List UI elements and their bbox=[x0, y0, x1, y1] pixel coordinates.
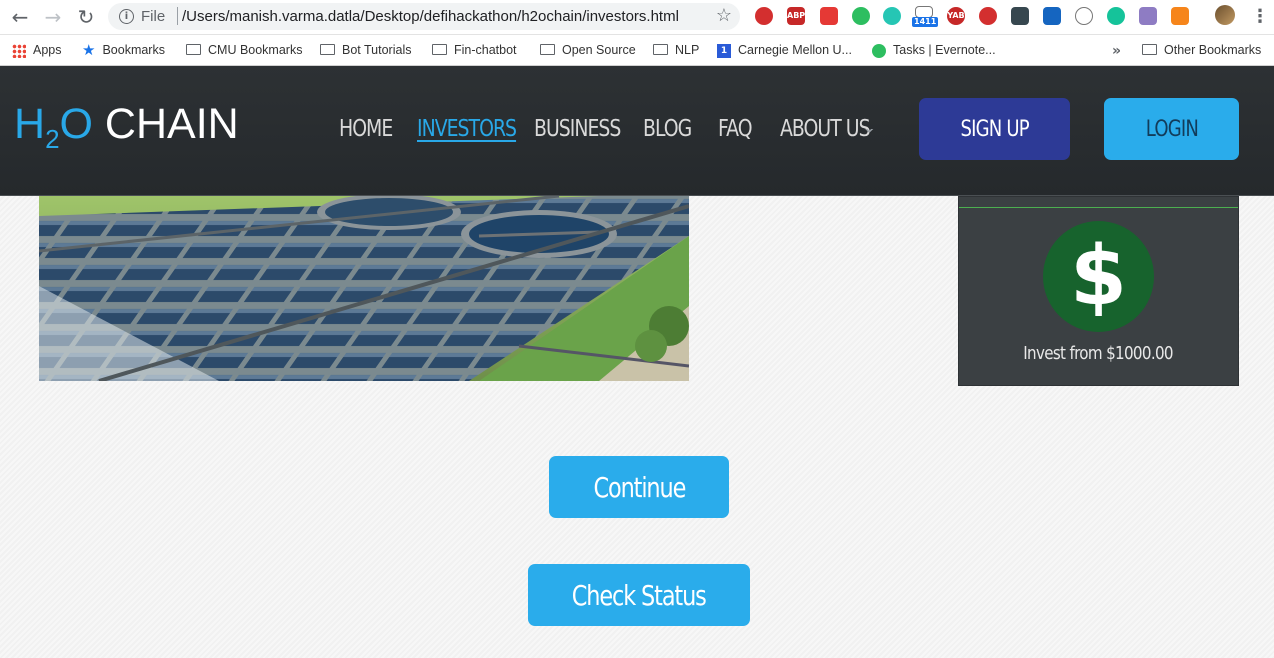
avatar[interactable] bbox=[1215, 5, 1235, 25]
nav-home[interactable]: HOME bbox=[339, 116, 393, 142]
extension-icon[interactable] bbox=[820, 7, 838, 25]
grammarly-icon[interactable] bbox=[1107, 7, 1125, 25]
bookmark-bookmarks[interactable]: ★ Bookmarks bbox=[82, 39, 165, 61]
extension-icon[interactable] bbox=[1139, 7, 1157, 25]
menu-icon[interactable]: ⋮ bbox=[1251, 6, 1269, 27]
site-logo[interactable]: H2O CHAIN bbox=[14, 100, 239, 155]
bookmark-carnegie-mellon[interactable]: 1 Carnegie Mellon U... bbox=[717, 39, 852, 61]
folder-icon bbox=[1142, 44, 1157, 56]
folder-icon bbox=[320, 44, 335, 56]
browser-toolbar: ← → ↻ i File /Users/manish.varma.datla/D… bbox=[0, 0, 1274, 35]
metamask-icon[interactable] bbox=[1171, 7, 1189, 25]
extension-icon[interactable] bbox=[1043, 7, 1061, 25]
extension-icon[interactable] bbox=[1011, 7, 1029, 25]
card-divider bbox=[959, 207, 1238, 208]
nav-investors[interactable]: INVESTORS bbox=[417, 116, 517, 142]
nav-blog[interactable]: BLOG bbox=[643, 116, 692, 142]
forward-icon[interactable]: → bbox=[41, 5, 65, 29]
invest-card: $ Invest from $1000.00 bbox=[958, 196, 1239, 386]
mail-badge: 1411 bbox=[912, 17, 939, 27]
bookmark-open-source[interactable]: Open Source bbox=[540, 39, 636, 61]
continue-button[interactable]: Continue bbox=[549, 456, 729, 518]
check-status-button[interactable]: Check Status bbox=[528, 564, 750, 626]
apps-icon bbox=[12, 43, 26, 58]
calendar-icon: 1 bbox=[717, 43, 731, 58]
bookmark-bot-tutorials[interactable]: Bot Tutorials bbox=[320, 39, 411, 61]
adblock-icon[interactable]: ABP bbox=[787, 7, 805, 25]
water-treatment-plant-image bbox=[39, 196, 689, 381]
bookmarks-bar: Apps ★ Bookmarks CMU Bookmarks Bot Tutori… bbox=[0, 35, 1274, 66]
evernote-icon bbox=[872, 43, 886, 58]
bookmark-other[interactable]: Other Bookmarks bbox=[1142, 39, 1261, 61]
extension-icon[interactable] bbox=[979, 7, 997, 25]
info-icon[interactable]: i bbox=[119, 9, 134, 24]
site-header: H2O CHAIN HOME INVESTORS BUSINESS BLOG F… bbox=[0, 66, 1274, 196]
nav-about-us[interactable]: ABOUT US bbox=[780, 116, 871, 142]
address-divider bbox=[177, 7, 178, 25]
star-icon: ★ bbox=[82, 41, 96, 59]
bookmark-apps[interactable]: Apps bbox=[12, 39, 62, 61]
extension-icon[interactable] bbox=[883, 7, 901, 25]
address-bar[interactable]: i File /Users/manish.varma.datla/Desktop… bbox=[108, 3, 740, 30]
more-bookmarks-icon[interactable]: » bbox=[1112, 43, 1121, 59]
extension-icon[interactable] bbox=[1075, 7, 1093, 25]
reload-icon[interactable]: ↻ bbox=[74, 5, 98, 29]
bookmark-evernote-tasks[interactable]: Tasks | Evernote... bbox=[872, 39, 996, 61]
bookmark-cmu[interactable]: CMU Bookmarks bbox=[186, 39, 302, 61]
signup-button[interactable]: SIGN UP bbox=[919, 98, 1070, 160]
main-content: $ Invest from $1000.00 Continue Check St… bbox=[0, 196, 1274, 658]
nav-business[interactable]: BUSINESS bbox=[534, 116, 621, 142]
bookmark-star-icon[interactable]: ☆ bbox=[716, 5, 732, 26]
folder-icon bbox=[186, 44, 201, 56]
extension-icon[interactable] bbox=[755, 7, 773, 25]
address-scheme: File bbox=[141, 8, 166, 25]
dollar-icon: $ bbox=[1043, 221, 1154, 332]
invest-minimum-text: Invest from $1000.00 bbox=[1023, 343, 1174, 364]
folder-icon bbox=[540, 44, 555, 56]
back-icon[interactable]: ← bbox=[8, 5, 32, 29]
chevron-down-icon[interactable]: › bbox=[859, 128, 880, 133]
address-url[interactable]: /Users/manish.varma.datla/Desktop/defiha… bbox=[182, 8, 679, 25]
evernote-icon[interactable] bbox=[852, 7, 870, 25]
folder-icon bbox=[432, 44, 447, 56]
yab-icon[interactable]: YAB bbox=[947, 7, 965, 25]
bookmark-nlp[interactable]: NLP bbox=[653, 39, 699, 61]
nav-faq[interactable]: FAQ bbox=[718, 116, 753, 142]
login-button[interactable]: LOGIN bbox=[1104, 98, 1239, 160]
bookmark-fin-chatbot[interactable]: Fin-chatbot bbox=[432, 39, 517, 61]
folder-icon bbox=[653, 44, 668, 56]
